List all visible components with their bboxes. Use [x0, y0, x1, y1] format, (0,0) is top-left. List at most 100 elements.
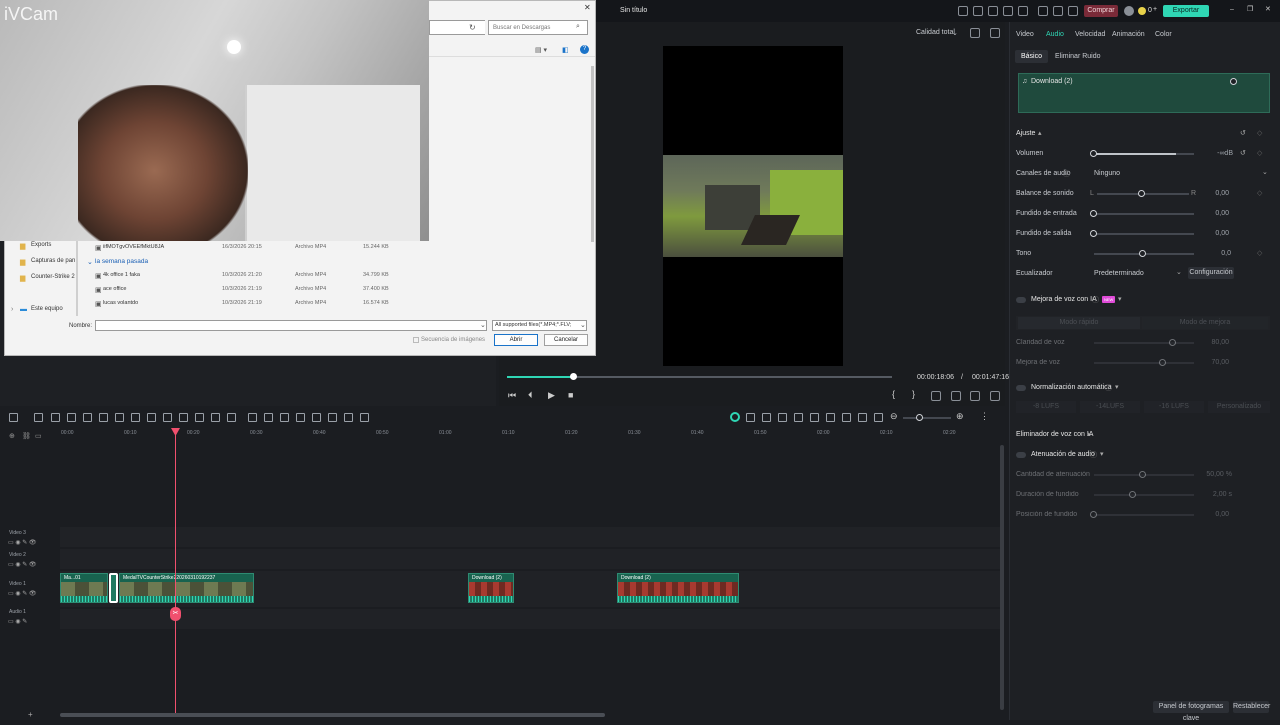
section-adjust[interactable]: Ajuste [1016, 130, 1035, 137]
dialog-vscrollbar[interactable] [591, 66, 594, 242]
enhance-level-slider[interactable] [1094, 362, 1194, 364]
subtab-denoise[interactable]: Eliminar Ruido [1049, 50, 1107, 63]
zoom-knob[interactable] [916, 414, 923, 421]
view-options-icon[interactable]: ▤ ▾ [535, 46, 547, 54]
address-bar[interactable] [429, 20, 485, 35]
timeline-clip[interactable]: MedalTVCounterStrike220260310192237 [119, 573, 254, 603]
fade-out-slider[interactable] [1094, 233, 1194, 235]
keyframe-panel-button[interactable]: Panel de fotogramas clave [1153, 701, 1229, 722]
preview-pane-icon[interactable]: ◧ [562, 46, 569, 54]
ducking-amount-value[interactable]: 50,00 % [1192, 471, 1232, 478]
ai-tool-icon[interactable] [248, 413, 257, 422]
volume-reset-icon[interactable]: ↺ [1240, 149, 1246, 157]
lufs-16-button[interactable]: -16 LUFS [1144, 401, 1204, 413]
export-button[interactable]: Exportar [1163, 5, 1209, 17]
voice-remover-title[interactable]: Eliminador de voz con IA [1016, 431, 1093, 438]
step-back-icon[interactable]: ⏮ [508, 390, 516, 401]
track-controls-icon[interactable]: ▭ ◉ ✎ 👁 [8, 590, 37, 597]
clarity-knob[interactable] [1169, 339, 1176, 346]
mark-in-icon[interactable]: { [892, 389, 895, 399]
volume-knob[interactable] [1090, 150, 1097, 157]
track-controls-icon[interactable]: ▭ ◉ ✎ 👁 [8, 539, 37, 546]
tab-color[interactable]: Color [1155, 31, 1172, 38]
tab-speed[interactable]: Velocidad [1075, 31, 1105, 38]
voice-enhance-toggle[interactable] [1016, 297, 1026, 303]
minimize-icon[interactable]: – [1230, 6, 1234, 13]
select-icon[interactable] [34, 413, 43, 422]
lufs-8-button[interactable]: -8 LUFS [1016, 401, 1076, 413]
sidebar-item-counter-strike[interactable]: Counter-Strike 2 [31, 274, 75, 280]
track-audio-1[interactable] [60, 609, 1000, 629]
fade-duration-value[interactable]: 2,00 s [1192, 491, 1232, 498]
cut-icon[interactable] [99, 413, 108, 422]
fade-in-value[interactable]: 0,00 [1189, 210, 1229, 217]
add-track-icon[interactable]: ⊕ [9, 432, 15, 440]
filename-chevron-icon[interactable]: ⌄ [480, 321, 486, 329]
sidebar-item-this-pc[interactable]: Este equipo [31, 306, 63, 312]
quality-dropdown[interactable]: Calidad total [916, 29, 955, 36]
mode-fast-button[interactable]: Modo rápido [1018, 317, 1140, 329]
camera-icon[interactable] [951, 391, 961, 401]
equalizer-settings-button[interactable]: Configuración [1188, 267, 1234, 279]
ai-cutout-icon[interactable] [264, 413, 273, 422]
fade-in-knob[interactable] [1090, 210, 1097, 217]
keyframe-icon[interactable]: ◇ [1257, 129, 1262, 137]
stabilize-icon[interactable] [296, 413, 305, 422]
search-icon[interactable]: ⌕ [576, 23, 580, 31]
stop-icon[interactable]: ■ [568, 390, 573, 400]
render-icon[interactable] [931, 391, 941, 401]
tracking-icon[interactable] [280, 413, 289, 422]
track-video-3[interactable] [60, 527, 1000, 547]
scene-detect-icon[interactable] [328, 413, 337, 422]
file-name[interactable]: iifMOTgvOVEEfMktU8JA [103, 244, 164, 250]
file-name[interactable]: 4k office 1 faka [103, 272, 140, 278]
fullscreen-icon[interactable] [990, 391, 1000, 401]
add-icon[interactable]: + [28, 710, 33, 719]
grid-icon[interactable] [1068, 6, 1078, 16]
dialog-close-icon[interactable]: ✕ [584, 3, 591, 12]
enhance-level-value[interactable]: 70,00 [1189, 359, 1229, 366]
redo-icon[interactable] [67, 413, 76, 422]
shield-icon[interactable] [810, 413, 819, 422]
timeline-clip[interactable]: Download (2) [468, 573, 514, 603]
buy-button[interactable]: Comprar [1084, 5, 1118, 17]
snap-icon[interactable] [746, 413, 755, 422]
track-video-2[interactable] [60, 549, 1000, 569]
refresh-icon[interactable]: ↻ [469, 23, 476, 32]
help-icon[interactable]: ? [580, 45, 589, 54]
balance-keyframe-icon[interactable]: ◇ [1257, 189, 1262, 197]
text-icon[interactable] [131, 413, 140, 422]
volume-icon[interactable] [970, 391, 980, 401]
tab-video[interactable]: Video [1016, 31, 1034, 38]
voice-enhance-collapse-icon[interactable]: ▾ [1118, 295, 1122, 303]
smart-edit-icon[interactable] [360, 413, 369, 422]
sidebar-item-captures[interactable]: Capturas de pan [31, 258, 75, 264]
freeze-icon[interactable] [211, 413, 220, 422]
pitch-knob[interactable] [1139, 250, 1146, 257]
ducking-amount-knob[interactable] [1139, 471, 1146, 478]
timeline-clip[interactable]: Download (2) [617, 573, 739, 603]
fade-position-knob[interactable] [1090, 511, 1097, 518]
share-icon[interactable] [958, 6, 968, 16]
fade-in-slider[interactable] [1094, 213, 1194, 215]
track-settings-icon[interactable]: ▭ [35, 432, 42, 440]
normalization-toggle[interactable] [1016, 385, 1026, 391]
delete-icon[interactable] [83, 413, 92, 422]
voiceover-icon[interactable] [778, 413, 787, 422]
timeline-scrollbar[interactable] [60, 713, 605, 717]
tab-audio[interactable]: Audio [1046, 31, 1064, 38]
avatar[interactable] [1124, 6, 1134, 16]
mic-icon[interactable] [794, 413, 803, 422]
marker-icon[interactable] [762, 413, 771, 422]
cloud-icon[interactable] [1038, 6, 1048, 16]
lufs-custom-button[interactable]: Personalizado [1208, 401, 1270, 413]
open-button[interactable]: Abrir [494, 334, 538, 346]
support-icon[interactable] [1003, 6, 1013, 16]
subtab-basic[interactable]: Básico [1015, 50, 1049, 63]
zoom-in-icon[interactable]: ⊕ [956, 411, 964, 422]
fit-icon[interactable] [874, 413, 883, 422]
timeline-clip[interactable]: Ma...01 [60, 573, 108, 603]
sidebar-item-exports[interactable]: Exports [31, 242, 51, 248]
monitor-icon[interactable] [988, 6, 998, 16]
keyframe-tool-icon[interactable] [227, 413, 236, 422]
